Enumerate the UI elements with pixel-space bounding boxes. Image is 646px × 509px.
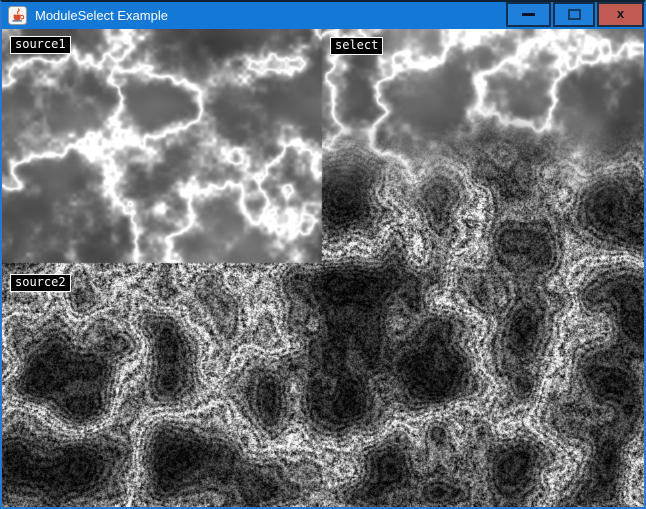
render-area: source1 select source2	[2, 29, 644, 507]
label-source1: source1	[10, 36, 71, 54]
minimize-button[interactable]	[506, 2, 551, 27]
noise-render-canvas	[2, 29, 644, 507]
label-source2: source2	[10, 274, 71, 292]
close-x-icon: x	[617, 7, 624, 20]
titlebar[interactable]: ModuleSelect Example x	[2, 2, 644, 29]
java-coffee-cup-icon[interactable]	[8, 6, 27, 25]
window-title: ModuleSelect Example	[35, 2, 168, 29]
maximize-button[interactable]	[553, 2, 595, 27]
minimize-dash-icon	[522, 13, 535, 16]
close-button[interactable]: x	[597, 2, 644, 27]
app-window: ModuleSelect Example x source1 select so…	[0, 0, 646, 509]
maximize-square-icon	[568, 9, 581, 20]
label-select: select	[330, 37, 383, 55]
window-controls: x	[504, 2, 644, 27]
